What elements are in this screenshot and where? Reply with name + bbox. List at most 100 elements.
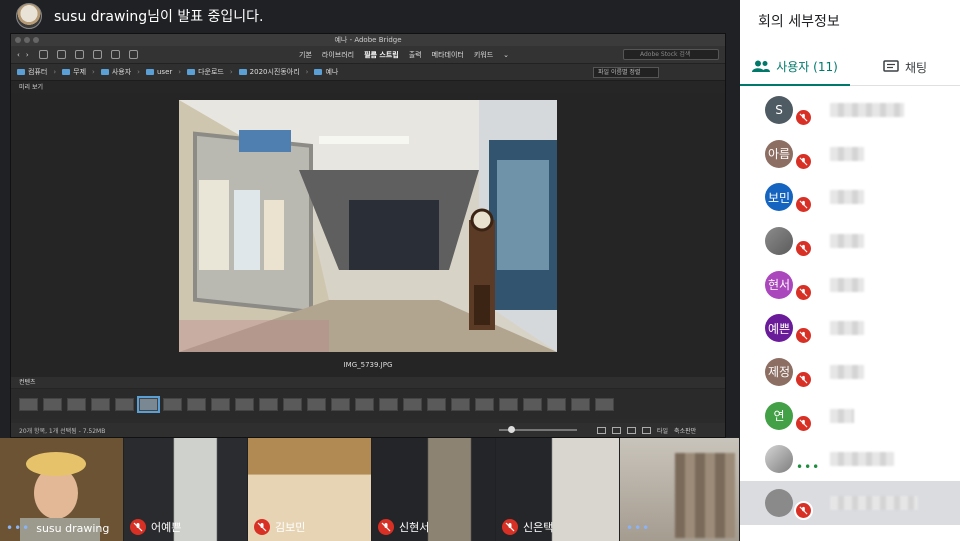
filmstrip-thumbnail[interactable] xyxy=(331,397,350,411)
participant-tile[interactable]: 신현서 xyxy=(372,438,496,541)
status-bar: 20개 항목, 1개 선택됨 - 7.52MB 타일 축소판만 xyxy=(11,423,725,437)
filmstrip-thumbnail[interactable] xyxy=(67,397,86,411)
breadcrumb[interactable]: 2020시진동아리 xyxy=(250,67,300,77)
filmstrip-thumbnail[interactable] xyxy=(91,397,110,411)
breadcrumb[interactable]: 예나 xyxy=(325,67,338,77)
list-view-icon[interactable] xyxy=(612,427,621,434)
chevron-down-icon[interactable]: ⌄ xyxy=(503,51,509,59)
workspace-tab[interactable]: 라이브러리 xyxy=(322,50,354,60)
participant-tile[interactable]: 신은택 xyxy=(496,438,620,541)
slider-knob[interactable] xyxy=(508,426,515,433)
tab-chat-label: 채팅 xyxy=(904,60,928,75)
mic-off-icon xyxy=(794,239,813,259)
filmstrip-thumbnail[interactable] xyxy=(475,397,494,411)
bridge-titlebar: 예나 - Adobe Bridge xyxy=(11,34,725,46)
rotate-right-icon[interactable] xyxy=(128,50,138,59)
filmstrip-thumbnail[interactable] xyxy=(19,397,38,411)
avatar: 현서 xyxy=(765,270,793,299)
filmstrip-thumbnail[interactable] xyxy=(571,397,590,411)
user-row[interactable]: 보민 xyxy=(740,175,960,219)
user-name-blurred xyxy=(830,233,864,248)
window-close-icon[interactable] xyxy=(15,37,21,43)
participant-tile[interactable]: ••• susu drawing xyxy=(0,438,124,541)
filmstrip-thumbnail[interactable] xyxy=(187,397,206,411)
user-row[interactable]: 제정 xyxy=(740,350,960,394)
lock-view-icon[interactable] xyxy=(642,427,651,434)
tab-chat[interactable]: 채팅 xyxy=(850,48,960,86)
window-minimize-icon[interactable] xyxy=(24,37,30,43)
rotate-left-icon[interactable] xyxy=(110,50,120,59)
filmstrip-thumbnail[interactable] xyxy=(379,397,398,411)
user-row[interactable]: 아름 xyxy=(740,132,960,176)
refine-icon[interactable] xyxy=(92,50,102,59)
filmstrip-thumbnail[interactable] xyxy=(547,397,566,411)
user-row-highlighted[interactable] xyxy=(740,481,960,525)
filmstrip-thumbnail[interactable] xyxy=(163,397,182,411)
participant-name: susu drawing xyxy=(36,521,110,535)
breadcrumb[interactable]: 다운로드 xyxy=(198,67,224,77)
participant-tile[interactable]: ••• xyxy=(620,438,740,541)
details-view-icon[interactable] xyxy=(627,427,636,434)
speaking-indicator-icon: ••• xyxy=(6,521,31,535)
mic-off-icon xyxy=(378,519,394,535)
folder-icon xyxy=(145,69,154,75)
filmstrip-thumbnail[interactable] xyxy=(427,397,446,411)
camera-icon[interactable] xyxy=(74,50,84,59)
user-row[interactable] xyxy=(740,219,960,263)
filmstrip-thumbnail[interactable] xyxy=(451,397,470,411)
user-row[interactable]: S xyxy=(740,88,960,132)
filmstrip-thumbnail[interactable] xyxy=(499,397,518,411)
user-row[interactable]: 연 xyxy=(740,394,960,438)
people-icon xyxy=(752,60,771,72)
participant-tile[interactable]: 김보민 xyxy=(248,438,372,541)
preview-photo xyxy=(179,100,557,352)
window-zoom-icon[interactable] xyxy=(33,37,39,43)
workspace-tab[interactable]: 출력 xyxy=(409,50,422,60)
tab-users[interactable]: 사용자 (11) xyxy=(740,48,850,86)
view-label[interactable]: 축소판만 xyxy=(674,426,696,435)
sort-select[interactable]: 파일 이름별 정렬 xyxy=(593,67,659,78)
filmstrip-thumbnail[interactable] xyxy=(523,397,542,411)
history-icon[interactable] xyxy=(38,50,48,59)
user-row[interactable]: 예쁜 xyxy=(740,306,960,350)
user-row[interactable]: ••• xyxy=(740,438,960,482)
breadcrumb[interactable]: user xyxy=(157,68,172,76)
user-name-blurred xyxy=(830,102,904,117)
workspace-tab[interactable]: 기본 xyxy=(299,50,312,60)
user-list: S 아름 보민 현서 예쁜 제정 연 ••• xyxy=(740,88,960,541)
filmstrip-thumbnail[interactable] xyxy=(211,397,230,411)
filmstrip-thumbnail[interactable] xyxy=(43,397,62,411)
presenter-bar: susu drawing님이 발표 중입니다. xyxy=(0,0,740,32)
photo-caption: IMG_5739.JPG xyxy=(343,361,393,369)
filmstrip-thumbnail[interactable] xyxy=(283,397,302,411)
filmstrip-thumbnail[interactable] xyxy=(307,397,326,411)
breadcrumb[interactable]: 사용자 xyxy=(112,67,131,77)
grid-view-icon[interactable] xyxy=(597,427,606,434)
participant-face-blurred xyxy=(675,453,735,538)
participant-tile[interactable]: 어예쁜 xyxy=(124,438,248,541)
participant-name: 신현서 xyxy=(399,521,430,534)
filmstrip-thumbnail-selected[interactable] xyxy=(137,395,160,413)
forward-icon[interactable]: › xyxy=(26,51,29,59)
boomerang-icon[interactable] xyxy=(56,50,66,59)
user-row[interactable]: 현서 xyxy=(740,263,960,307)
filmstrip-thumbnail[interactable] xyxy=(595,397,614,411)
filmstrip-thumbnail[interactable] xyxy=(259,397,278,411)
filmstrip-thumbnail[interactable] xyxy=(403,397,422,411)
stock-search-input[interactable]: Adobe Stock 검색 xyxy=(623,49,719,60)
filmstrip-thumbnail[interactable] xyxy=(355,397,374,411)
mic-off-icon xyxy=(254,519,270,535)
preview-tab[interactable]: 미리 보기 xyxy=(11,80,725,93)
back-icon[interactable]: ‹ xyxy=(17,51,20,59)
breadcrumb[interactable]: 무제 xyxy=(73,67,86,77)
mic-off-icon xyxy=(130,519,146,535)
view-label[interactable]: 타일 xyxy=(657,426,668,435)
filmstrip-thumbnail[interactable] xyxy=(115,397,134,411)
workspace-tab[interactable]: 메타데이터 xyxy=(432,50,464,60)
breadcrumb[interactable]: 컴퓨터 xyxy=(28,67,47,77)
workspace-tab[interactable]: 키워드 xyxy=(474,50,493,60)
participant-name: 어예쁜 xyxy=(151,521,182,534)
workspace-tab-active[interactable]: 필름 스트립 xyxy=(364,50,399,60)
user-name-blurred xyxy=(830,364,864,379)
filmstrip-thumbnail[interactable] xyxy=(235,397,254,411)
